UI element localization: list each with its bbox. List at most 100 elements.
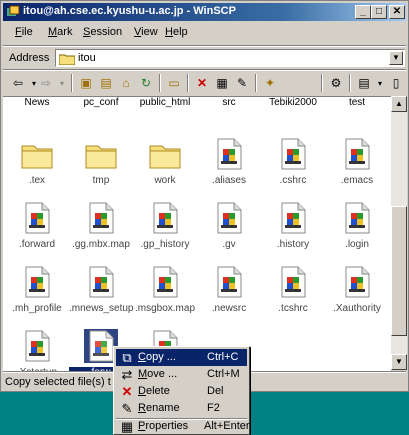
file-list[interactable]: News pc_conf public_html src Tebiki2000 … [3, 96, 391, 371]
file-icon [25, 330, 50, 362]
file-icon [89, 266, 114, 298]
file-icon [217, 138, 242, 170]
scroll-up-button[interactable]: ▲ [391, 96, 407, 112]
file-icon [217, 202, 242, 234]
file-icon [153, 202, 178, 234]
address-value: itou [78, 52, 96, 64]
file-icon [281, 266, 306, 298]
toolbar-separator [71, 74, 73, 92]
file-item[interactable]: .gp_history [133, 201, 197, 250]
file-item[interactable]: .aliases [197, 137, 261, 186]
file-item[interactable]: .msgbox.map [133, 265, 197, 314]
parent-directory-icon[interactable]: ▣ [77, 74, 95, 92]
file-item[interactable]: .cshrc [261, 137, 325, 186]
column-item[interactable]: Tebiki2000 [261, 97, 325, 108]
file-icon [25, 266, 50, 298]
delete-icon: ✕ [121, 384, 133, 399]
address-input[interactable]: itou ▼ [55, 49, 405, 67]
menu-file[interactable]: File [15, 26, 33, 38]
context-copy-item[interactable]: ⧉ Copy ... Ctrl+C [116, 349, 247, 366]
folder-item[interactable]: .tex [5, 137, 69, 186]
folder-icon [149, 145, 181, 169]
preferences-icon[interactable]: ⚙ [327, 74, 345, 92]
file-name-label: .gp_history [140, 239, 190, 250]
file-item[interactable]: .mnews_setup [69, 265, 133, 314]
toolbar-separator [159, 74, 161, 92]
move-icon: ⇄ [121, 367, 133, 382]
file-item[interactable]: .Xauthority [325, 265, 389, 314]
winscp-window: itou@ah.cse.ec.kyushu-u.ac.jp - WinSCP _… [0, 0, 409, 392]
file-name-label: .msgbox.map [134, 303, 196, 314]
open-directory-icon[interactable]: ▭ [165, 74, 183, 92]
toolbar-separator [255, 74, 257, 92]
minimize-button[interactable]: _ [355, 5, 371, 19]
title-bar[interactable]: itou@ah.cse.ec.kyushu-u.ac.jp - WinSCP _… [3, 3, 406, 21]
file-item[interactable]: .forward [5, 201, 69, 250]
refresh-icon[interactable]: ↻ [137, 74, 155, 92]
file-icon [281, 138, 306, 170]
file-name-label: .aliases [212, 175, 246, 186]
address-bar: Address itou ▼ [3, 47, 406, 69]
toolbar-separator [349, 74, 351, 92]
file-item[interactable]: .login [325, 201, 389, 250]
file-item[interactable]: .newsrc [197, 265, 261, 314]
rename-icon[interactable]: ✎ [233, 74, 251, 92]
panel-icon[interactable]: ▯ [387, 74, 405, 92]
file-item[interactable]: .mh_profile [5, 265, 69, 314]
home-icon[interactable]: ⌂ [117, 74, 135, 92]
file-name-label: .tcshrc [278, 303, 308, 314]
context-properties-item[interactable]: ▦ Properties Alt+Enter [116, 419, 250, 434]
menu-view[interactable]: View [134, 26, 158, 38]
file-item[interactable]: .tcshrc [261, 265, 325, 314]
file-item[interactable]: .emacs [325, 137, 389, 186]
close-button[interactable]: ✕ [389, 5, 405, 19]
column-item[interactable]: public_html [133, 97, 197, 108]
file-name-label: .history [276, 239, 310, 250]
folder-icon [59, 54, 75, 65]
scroll-down-button[interactable]: ▼ [391, 354, 407, 370]
context-move-item[interactable]: ⇄ Move ... Ctrl+M [116, 366, 247, 383]
rename-icon: ✎ [121, 401, 133, 416]
menu-help[interactable]: Help [165, 26, 188, 38]
root-directory-icon[interactable]: ▤ [97, 74, 115, 92]
file-item[interactable]: .gv [197, 201, 261, 250]
file-name-label: tmp [92, 175, 110, 186]
new-folder-icon[interactable]: ✦ [261, 74, 279, 92]
window-title: itou@ah.cse.ec.kyushu-u.ac.jp - WinSCP [23, 5, 236, 17]
menu-mark[interactable]: Mark [48, 26, 72, 38]
folder-item[interactable]: work [133, 137, 197, 186]
column-item[interactable]: pc_conf [69, 97, 133, 108]
maximize-button[interactable]: □ [371, 5, 387, 19]
forward-dropdown-icon[interactable]: ▾ [53, 74, 71, 92]
file-icon [89, 202, 114, 234]
column-item[interactable]: src [197, 97, 261, 108]
column-item[interactable]: News [5, 97, 69, 108]
toolbar-separator [321, 74, 323, 92]
file-name-label: .gg.mbx.map [72, 239, 130, 250]
file-icon [345, 266, 370, 298]
file-item[interactable]: .history [261, 201, 325, 250]
delete-icon[interactable]: ✕ [193, 74, 211, 92]
address-dropdown-button[interactable]: ▼ [389, 51, 403, 65]
file-icon [281, 202, 306, 234]
properties-icon: ▦ [120, 419, 134, 434]
vertical-scrollbar[interactable]: ▲ ▼ [391, 96, 407, 370]
file-name-label: .Xauthority [333, 303, 381, 314]
file-item[interactable]: .gg.mbx.map [69, 201, 133, 250]
context-delete-item[interactable]: ✕ Delete Del [116, 383, 247, 400]
file-name-label: .mnews_setup [69, 303, 134, 314]
file-name-label: .cshrc [279, 175, 307, 186]
scroll-thumb[interactable] [391, 206, 407, 336]
file-name-label: .gv [222, 239, 236, 250]
file-name-label: .mh_profile [12, 303, 62, 314]
menu-session[interactable]: Session [83, 26, 122, 38]
context-rename-item[interactable]: ✎ Rename F2 [116, 400, 247, 417]
winscp-app-icon [7, 5, 20, 16]
properties-icon[interactable]: ▦ [213, 74, 231, 92]
status-text: Copy selected file(s) t [5, 376, 111, 388]
column-item[interactable]: test [325, 97, 389, 108]
file-icon [25, 202, 50, 234]
file-item[interactable]: .Xstartup [5, 329, 69, 371]
file-name-label: work [154, 175, 176, 186]
folder-item[interactable]: tmp [69, 137, 133, 186]
